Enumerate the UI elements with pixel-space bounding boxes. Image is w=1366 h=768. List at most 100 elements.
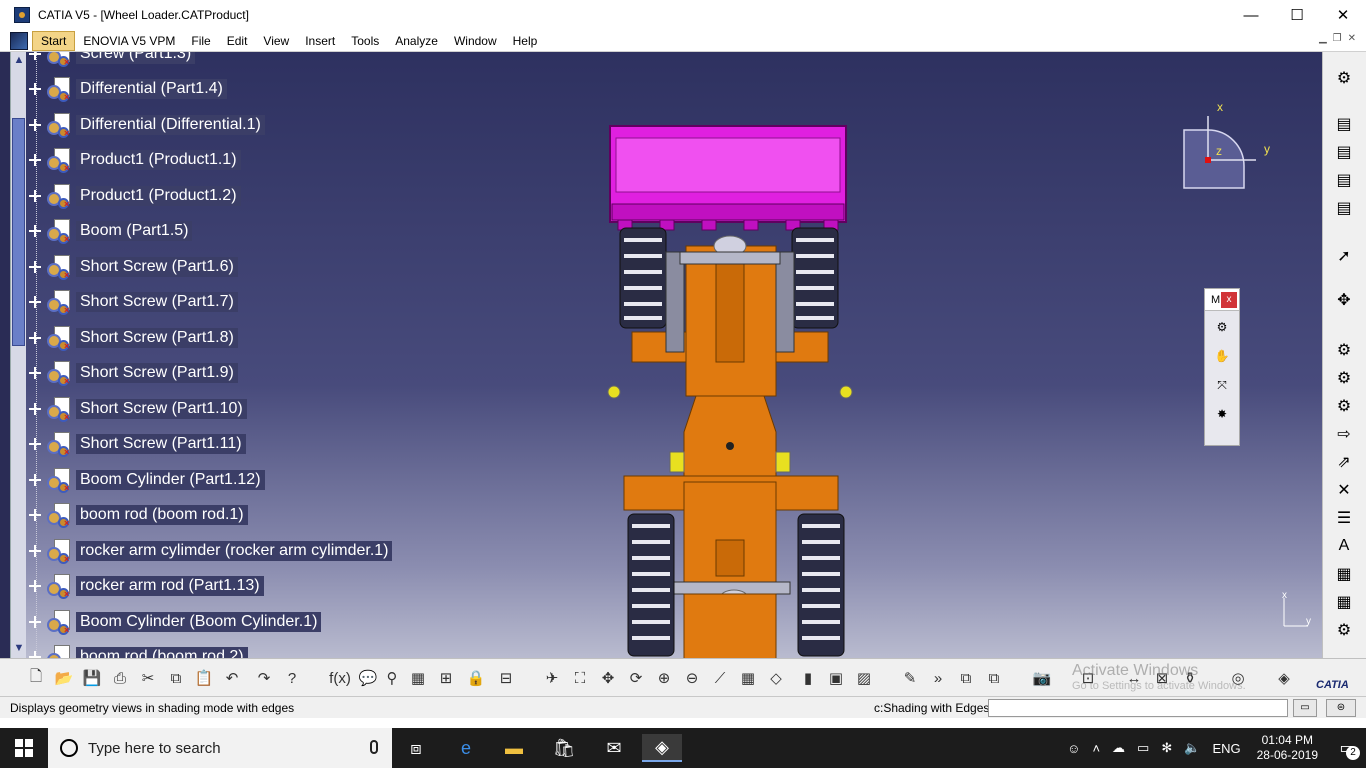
expand-icon[interactable] (28, 260, 42, 274)
task-view-icon[interactable]: ⧈ (396, 734, 436, 762)
rotate-icon[interactable]: ⟳ (624, 667, 648, 689)
tree-item[interactable]: × Differential (Part1.4) (28, 72, 392, 108)
hyperlink-icon[interactable]: ⚲ (380, 667, 404, 689)
lock-icon[interactable]: 🔒 (464, 667, 488, 689)
cloud-icon[interactable]: ☁ (1106, 740, 1131, 756)
expand-icon[interactable] (28, 366, 42, 380)
expand-icon[interactable] (28, 82, 42, 96)
scroll-down-icon[interactable]: ▼ (13, 642, 25, 654)
scroll-thumb[interactable] (12, 118, 25, 346)
tree-item[interactable]: × Short Screw (Part1.8) (28, 320, 392, 356)
expand-icon[interactable] (28, 153, 42, 167)
workbench-icon[interactable]: ⚙ (1331, 66, 1357, 90)
status-options-button[interactable]: ⊜ (1326, 699, 1356, 717)
formula-icon[interactable]: f(x) (328, 667, 352, 689)
tree-item[interactable]: × Boom Cylinder (Part1.12) (28, 462, 392, 498)
shading-with-edges-icon[interactable]: ▮ (796, 667, 820, 689)
open-icon[interactable]: 📂 (52, 667, 76, 689)
clock[interactable]: 01:04 PM 28-06-2019 (1247, 733, 1328, 763)
microphone-icon[interactable] (370, 740, 378, 754)
tree-item[interactable]: × Differential (Differential.1) (28, 107, 392, 143)
analysis-icon[interactable]: ⚙ (1331, 618, 1357, 642)
capture-icon[interactable]: 📷 (1030, 667, 1054, 689)
edge-browser-icon[interactable]: e (446, 734, 486, 762)
tree-item[interactable]: × Product1 (Product1.1) (28, 143, 392, 179)
select-arrow-icon[interactable]: ➚ (1331, 244, 1357, 268)
copy-icon[interactable]: ⧉ (164, 667, 188, 689)
tool-4-icon[interactable]: ⧉ (982, 667, 1006, 689)
tree-item[interactable]: × rocker arm cylimder (rocker arm cylimde… (28, 533, 393, 569)
table-icon[interactable]: ▦ (406, 667, 430, 689)
comment-icon[interactable]: 💬 (356, 667, 380, 689)
expand-icon[interactable] (28, 224, 42, 238)
expand-icon[interactable] (28, 615, 42, 629)
new-component-icon[interactable]: ▤ (1331, 112, 1357, 136)
menu-edit[interactable]: Edit (219, 30, 256, 52)
existing-component-icon[interactable]: ▤ (1331, 196, 1357, 220)
doc-close-icon[interactable]: ✕ (1348, 33, 1356, 44)
close-button[interactable]: ✕ (1320, 0, 1366, 30)
tool-1-icon[interactable]: ✎ (898, 667, 922, 689)
tree-item[interactable]: × Short Screw (Part1.9) (28, 356, 392, 392)
move-icon[interactable]: ⇨ (1331, 422, 1357, 446)
zoom-out-icon[interactable]: ⊖ (680, 667, 704, 689)
rear-right-tyre[interactable] (797, 513, 845, 657)
catia-taskbar-icon[interactable]: ◈ (642, 734, 682, 762)
expand-icon[interactable] (28, 579, 42, 593)
fly-mode-icon[interactable]: ✈ (540, 667, 564, 689)
tree-item[interactable]: × boom rod (boom rod.2) (28, 640, 392, 658)
menu-file[interactable]: File (183, 30, 218, 52)
multi-view-icon[interactable]: ▦ (736, 667, 760, 689)
tool-2-icon[interactable]: » (926, 667, 950, 689)
tree-item[interactable]: × Boom Cylinder (Boom Cylinder.1) (28, 604, 392, 640)
mail-icon[interactable]: ✉ (594, 734, 634, 762)
3d-viewport[interactable]: ▲ ▼ × Screw (Part1.3) × Differential (Part… (0, 52, 1322, 658)
zoom-in-icon[interactable]: ⊕ (652, 667, 676, 689)
store-icon[interactable]: 🛍 (544, 734, 584, 762)
floating-toolbar-close-button[interactable]: x (1221, 292, 1237, 308)
catia-menu-logo-icon[interactable] (10, 31, 28, 50)
tree-scrollbar[interactable]: ▲ ▼ (10, 52, 26, 658)
swap-visible-space-icon[interactable]: ▨ (852, 667, 876, 689)
fit-all-in-icon[interactable]: ⛶ (568, 667, 592, 689)
front-left-tyre[interactable] (619, 227, 667, 329)
volume-icon[interactable]: 🔈 (1178, 740, 1206, 756)
scenes-icon[interactable]: ▦ (1331, 562, 1357, 586)
tree-item[interactable]: × Short Screw (Part1.7) (28, 285, 392, 321)
tree-item[interactable]: × Screw (Part1.3) (28, 52, 392, 72)
menu-help[interactable]: Help (505, 30, 546, 52)
catalog-browser-icon[interactable]: ⊟ (494, 667, 518, 689)
expand-icon[interactable] (28, 437, 42, 451)
catalog-icon[interactable]: ▦ (1331, 590, 1357, 614)
status-stop-button[interactable]: ▭ (1293, 699, 1317, 717)
manipulation-icon[interactable]: ✥ (1331, 288, 1357, 312)
undo-icon[interactable]: ↶ (220, 667, 244, 689)
hide-show-icon[interactable]: ▣ (824, 667, 848, 689)
cut-icon[interactable]: ✂ (136, 667, 160, 689)
language-indicator[interactable]: ENG (1206, 741, 1246, 756)
assembly-constraint-icon[interactable]: ⚙ (1208, 314, 1236, 340)
tree-item[interactable]: × boom rod (boom rod.1) (28, 498, 392, 534)
menu-enovia[interactable]: ENOVIA V5 VPM (75, 30, 183, 52)
expand-icon[interactable] (28, 52, 42, 61)
maximize-button[interactable]: ☐ (1274, 0, 1320, 30)
eraser-icon[interactable]: ◈ (1272, 667, 1296, 689)
tree-item[interactable]: × Short Screw (Part1.10) (28, 391, 392, 427)
tree-item[interactable]: × Boom (Part1.5) (28, 214, 392, 250)
menu-start[interactable]: Start (32, 30, 76, 51)
tree-item[interactable]: × Short Screw (Part1.6) (28, 249, 392, 285)
normal-view-icon[interactable]: ⟋ (708, 667, 732, 689)
scroll-up-icon[interactable]: ▲ (13, 54, 25, 66)
front-right-tyre[interactable] (791, 227, 839, 329)
tree-item[interactable]: × Short Screw (Part1.11) (28, 427, 392, 463)
tree-icon[interactable]: ⊞ (434, 667, 458, 689)
minimize-button[interactable]: — (1228, 0, 1274, 30)
battery-icon[interactable]: ▭ (1131, 740, 1155, 756)
expand-icon[interactable] (28, 118, 42, 132)
rear-left-tyre[interactable] (627, 513, 675, 657)
menu-view[interactable]: View (255, 30, 297, 52)
tree-item[interactable]: × Product1 (Product1.2) (28, 178, 392, 214)
people-icon[interactable]: ☺ (1061, 741, 1086, 756)
expand-icon[interactable] (28, 473, 42, 487)
contact-constraint-icon[interactable]: ⚙ (1331, 366, 1357, 390)
